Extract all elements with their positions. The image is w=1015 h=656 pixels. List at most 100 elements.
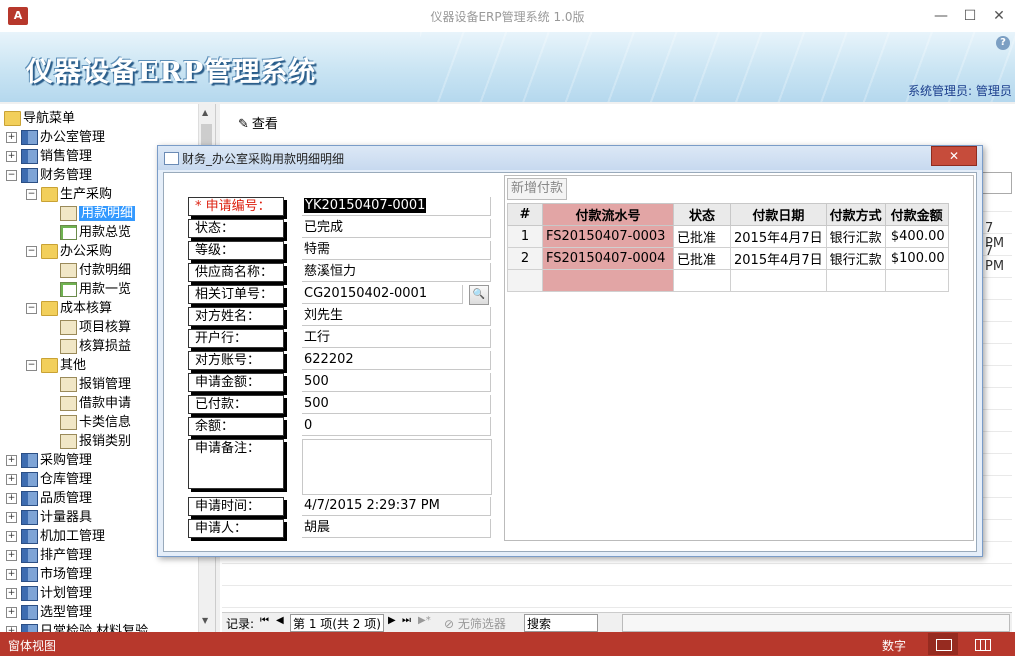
nav-item-loan-request[interactable]: 借款申请 <box>60 395 131 413</box>
expand-icon[interactable]: + <box>6 512 17 523</box>
apply-no-field[interactable]: YK20150407-0001 <box>302 197 491 216</box>
account-field[interactable]: 622202 <box>302 351 491 370</box>
cell-date[interactable] <box>730 269 827 292</box>
cell-serial[interactable]: FS20150407-0003 <box>542 225 674 248</box>
collapse-icon[interactable]: − <box>26 360 37 371</box>
cell-status[interactable]: 已批准 <box>673 225 731 248</box>
collapse-icon[interactable]: − <box>26 189 37 200</box>
balance-field[interactable]: 0 <box>302 417 491 436</box>
collapse-icon[interactable]: − <box>26 303 37 314</box>
nav-item-cost-accounting[interactable]: − 成本核算 <box>26 300 112 318</box>
nav-item-machining[interactable]: + 机加工管理 <box>6 528 105 546</box>
expand-icon[interactable]: + <box>6 151 17 162</box>
nav-item-profit-loss[interactable]: 核算损益 <box>60 338 131 356</box>
expand-icon[interactable]: + <box>6 531 17 542</box>
nav-item-finance[interactable]: − 财务管理 <box>6 167 92 185</box>
nav-header[interactable]: 导航菜单 <box>4 110 75 128</box>
dialog-close-button[interactable]: ✕ <box>931 146 977 166</box>
col-header-method[interactable]: 付款方式 <box>825 203 886 226</box>
dialog-title-bar[interactable]: 财务_办公室采购用款明细明细 ✕ <box>158 146 982 170</box>
nav-item-payment-overview[interactable]: 用款总览 <box>60 224 131 242</box>
notes-textarea[interactable] <box>302 439 492 495</box>
cell-date[interactable]: 2015年4月7日 <box>730 225 827 248</box>
binoculars-icon[interactable]: 🔍 <box>469 285 489 305</box>
record-position-field[interactable]: 第 1 项(共 2 项) <box>290 614 384 632</box>
paid-field[interactable]: 500 <box>302 395 491 414</box>
cell-date[interactable]: 2015年4月7日 <box>730 247 827 270</box>
col-header-amount[interactable]: 付款金额 <box>884 203 949 226</box>
minimize-button[interactable]: — <box>930 6 952 26</box>
horizontal-scrollbar[interactable] <box>622 614 1010 632</box>
table-row[interactable]: 2 FS20150407-0004 已批准 2015年4月7日 银行汇款 $10… <box>507 247 949 270</box>
nav-item-inspection[interactable]: + 日常检验 材料复验 <box>6 623 148 632</box>
nav-item-quality[interactable]: + 品质管理 <box>6 490 92 508</box>
expand-icon[interactable]: + <box>6 588 17 599</box>
cell-amount[interactable] <box>884 269 949 292</box>
nav-item-plan[interactable]: + 计划管理 <box>6 585 92 603</box>
filter-toggle[interactable]: ⊘ 无筛选器 <box>444 615 506 632</box>
cell-method[interactable] <box>825 269 886 292</box>
bank-field[interactable]: 工行 <box>302 329 491 348</box>
cell-status[interactable]: 已批准 <box>673 247 731 270</box>
close-window-button[interactable]: ✕ <box>988 6 1010 26</box>
last-record-icon[interactable]: ⏭ <box>402 615 411 626</box>
cell-status[interactable] <box>673 269 731 292</box>
help-icon[interactable]: ? <box>996 36 1010 50</box>
collapse-icon[interactable]: − <box>6 170 17 181</box>
amount-field[interactable]: 500 <box>302 373 491 392</box>
expand-icon[interactable]: + <box>6 607 17 618</box>
new-record-icon[interactable]: ▶* <box>418 615 431 626</box>
nav-item-reimbursement[interactable]: 报销管理 <box>60 376 131 394</box>
cell-serial[interactable]: FS20150407-0004 <box>542 247 674 270</box>
nav-item-scheduling[interactable]: + 排产管理 <box>6 547 92 565</box>
new-record-row[interactable] <box>507 269 949 292</box>
nav-item-measuring[interactable]: + 计量器具 <box>6 509 92 527</box>
expand-icon[interactable]: + <box>6 569 17 580</box>
nav-item-payment-detail[interactable]: 用款明细 <box>60 205 136 223</box>
add-payment-button[interactable]: 新增付款 <box>507 178 568 200</box>
nav-item-payment-list[interactable]: 用款一览 <box>60 281 131 299</box>
supplier-field[interactable]: 慈溪恒力 <box>302 263 491 282</box>
expand-icon[interactable]: + <box>6 493 17 504</box>
nav-item-payment-detail-2[interactable]: 付款明细 <box>60 262 131 280</box>
contact-field[interactable]: 刘先生 <box>302 307 491 326</box>
order-no-field[interactable]: CG20150402-0001 <box>302 285 463 304</box>
cell-method[interactable]: 银行汇款 <box>825 225 886 248</box>
col-header-index[interactable]: # <box>507 203 543 226</box>
first-record-icon[interactable]: ⏮ <box>260 615 269 626</box>
next-record-icon[interactable]: ▶ <box>388 615 396 626</box>
scroll-down-icon[interactable]: ▼ <box>202 616 208 625</box>
nav-item-project-accounting[interactable]: 项目核算 <box>60 319 131 337</box>
cell-method[interactable]: 银行汇款 <box>825 247 886 270</box>
col-header-date[interactable]: 付款日期 <box>730 203 827 226</box>
nav-item-purchase[interactable]: + 采购管理 <box>6 452 92 470</box>
applicant-field[interactable]: 胡晨 <box>302 519 491 538</box>
level-field[interactable]: 特需 <box>302 241 491 260</box>
nav-item-production-purchase[interactable]: − 生产采购 <box>26 186 112 204</box>
nav-item-warehouse[interactable]: + 仓库管理 <box>6 471 92 489</box>
expand-icon[interactable]: + <box>6 550 17 561</box>
collapse-icon[interactable]: − <box>26 246 37 257</box>
nav-item-card-info[interactable]: 卡类信息 <box>60 414 131 432</box>
maximize-button[interactable]: ☐ <box>959 6 981 26</box>
view-button[interactable]: ✎ 查看 <box>238 114 278 136</box>
nav-item-other[interactable]: − 其他 <box>26 357 86 375</box>
search-input[interactable]: 搜索 <box>524 614 598 632</box>
expand-icon[interactable]: + <box>6 474 17 485</box>
expand-icon[interactable]: + <box>6 132 17 143</box>
col-header-status[interactable]: 状态 <box>673 203 731 226</box>
cell-serial[interactable] <box>542 269 674 292</box>
table-row[interactable]: 1 FS20150407-0003 已批准 2015年4月7日 银行汇款 $40… <box>507 225 949 248</box>
nav-item-market[interactable]: + 市场管理 <box>6 566 92 584</box>
col-header-serial[interactable]: 付款流水号 <box>542 203 674 226</box>
nav-item-sales[interactable]: + 销售管理 <box>6 148 92 166</box>
prev-record-icon[interactable]: ◀ <box>276 615 284 626</box>
nav-item-selection[interactable]: + 选型管理 <box>6 604 92 622</box>
datasheet-view-icon[interactable] <box>975 639 991 651</box>
nav-item-reimburse-type[interactable]: 报销类别 <box>60 433 131 451</box>
nav-item-office-purchase[interactable]: − 办公采购 <box>26 243 112 261</box>
scroll-up-icon[interactable]: ▲ <box>202 108 208 117</box>
nav-item-office[interactable]: + 办公室管理 <box>6 129 105 147</box>
status-field[interactable]: 已完成 <box>302 219 491 238</box>
cell-amount[interactable]: $100.00 <box>884 247 949 270</box>
